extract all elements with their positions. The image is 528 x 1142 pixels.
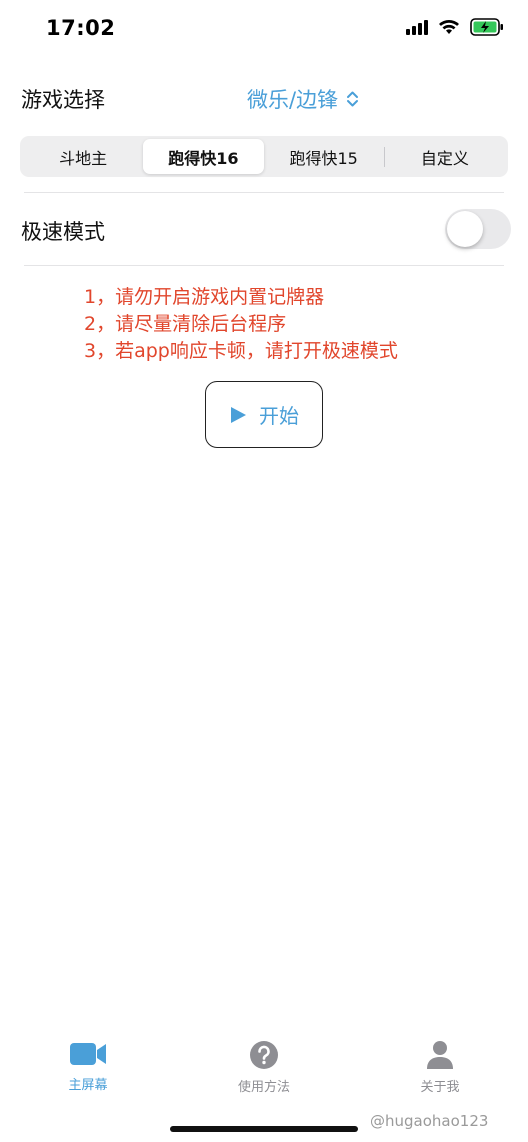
watermark-text: @hugaohao123 <box>370 1112 489 1130</box>
play-icon <box>231 406 246 423</box>
chevron-up-down-icon <box>347 91 359 107</box>
tab-usage[interactable]: 使用方法 <box>204 1040 324 1095</box>
tip-line: 3，若app响应卡顿，请打开极速模式 <box>84 340 398 362</box>
segment-label: 跑得快16 <box>168 148 239 168</box>
fast-mode-label: 极速模式 <box>21 220 105 244</box>
segment-paodekuai-16[interactable]: 跑得快16 <box>143 139 264 174</box>
game-mode-segmented-control: 斗地主 跑得快16 跑得快15 自定义 <box>20 136 508 177</box>
tab-about[interactable]: 关于我 <box>380 1040 500 1095</box>
status-time: 17:02 <box>46 16 116 40</box>
battery-charging-icon <box>470 18 504 36</box>
video-camera-icon <box>70 1043 106 1065</box>
watermark: @hugaohao123 <box>370 1112 488 1130</box>
person-icon <box>427 1041 453 1069</box>
toggle-knob <box>447 211 483 247</box>
wifi-icon <box>438 19 460 35</box>
start-button-label: 开始 <box>259 404 299 428</box>
game-picker-value: 微乐/边锋 <box>247 88 339 112</box>
tab-label: 使用方法 <box>237 1080 290 1095</box>
segment-paodekuai-15[interactable]: 跑得快15 <box>264 139 384 174</box>
tab-label: 主屏幕 <box>68 1078 108 1093</box>
game-select-row: 游戏选择 微乐/边锋 <box>0 78 528 120</box>
tip-line: 1，请勿开启游戏内置记牌器 <box>84 286 325 308</box>
segment-doudizhu[interactable]: 斗地主 <box>23 139 143 174</box>
fast-mode-toggle[interactable] <box>445 209 511 249</box>
home-indicator <box>170 1126 358 1132</box>
tips-list: 1，请勿开启游戏内置记牌器 2，请尽量清除后台程序 3，若app响应卡顿，请打开… <box>84 284 398 365</box>
segment-label: 跑得快15 <box>289 148 358 168</box>
segment-label: 斗地主 <box>59 148 108 168</box>
divider <box>24 265 504 266</box>
divider <box>24 192 504 193</box>
tip-line: 2，请尽量清除后台程序 <box>84 313 287 335</box>
question-circle-icon <box>250 1041 278 1069</box>
status-bar: 17:02 <box>0 0 528 58</box>
cellular-signal-icon <box>406 19 428 35</box>
game-select-label: 游戏选择 <box>21 88 105 112</box>
game-picker-button[interactable]: 微乐/边锋 <box>247 84 359 114</box>
status-icons <box>406 18 504 36</box>
start-button[interactable]: 开始 <box>205 381 323 448</box>
tab-home[interactable]: 主屏幕 <box>28 1040 148 1093</box>
tab-bar: 主屏幕 使用方法 关于我 <box>0 1040 528 1110</box>
segment-custom[interactable]: 自定义 <box>385 139 505 174</box>
tab-label: 关于我 <box>420 1080 460 1095</box>
segment-label: 自定义 <box>420 148 469 168</box>
fast-mode-row: 极速模式 <box>0 206 528 252</box>
